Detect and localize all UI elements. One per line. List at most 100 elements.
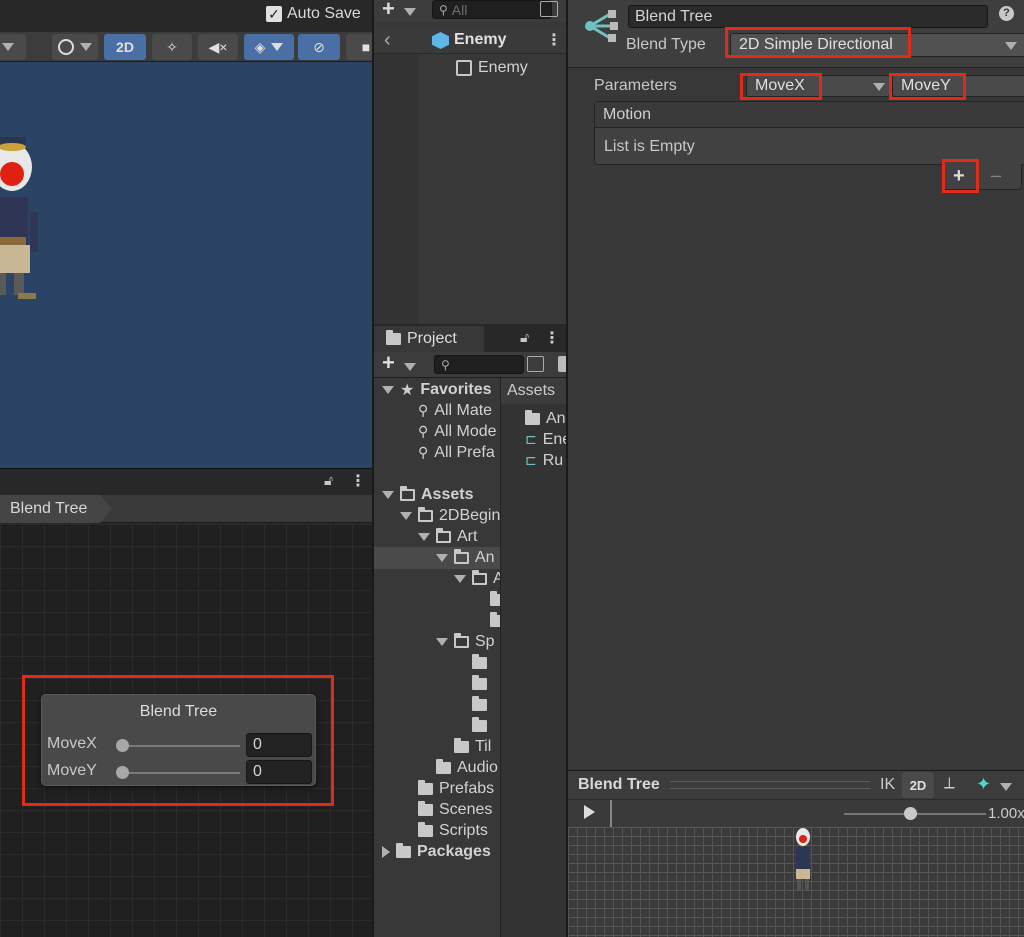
camera-icon[interactable]: ■ <box>346 34 372 60</box>
blend-tree-node[interactable]: Blend Tree MoveX 0 MoveY 0 <box>41 694 316 786</box>
timeline-marker[interactable] <box>610 800 612 828</box>
folder-item[interactable]: Til <box>454 736 491 757</box>
filter-type-icon[interactable] <box>558 356 566 372</box>
asset-item[interactable]: ⊏ Ene <box>525 429 566 450</box>
node-slider-thumb[interactable] <box>116 766 129 779</box>
favorite-label: All Mode <box>434 422 497 440</box>
speed-slider-thumb[interactable] <box>904 807 917 820</box>
chevron-down-icon <box>418 532 430 541</box>
breadcrumb[interactable]: Blend Tree <box>0 495 112 523</box>
assets-row[interactable]: Assets <box>382 484 473 505</box>
star-icon: ★ <box>400 381 415 399</box>
chevron-down-icon <box>382 385 394 394</box>
folder-item[interactable]: Art <box>418 526 477 547</box>
folder-icon <box>418 800 433 816</box>
draw-mode-dropdown[interactable] <box>52 34 98 60</box>
preview-viewport[interactable] <box>568 827 1024 937</box>
asset-item[interactable]: An <box>525 408 566 429</box>
preview-drag-bar[interactable] <box>670 781 870 789</box>
avatar-icon[interactable]: ✦ <box>976 774 991 795</box>
folder-item[interactable] <box>472 652 487 673</box>
transform-dropdown[interactable] <box>0 34 26 60</box>
favorite-item[interactable]: ⚲ All Prefa <box>418 442 495 463</box>
add-motion-button[interactable]: + <box>953 165 965 188</box>
back-arrow-icon[interactable]: ‹ <box>384 29 391 52</box>
node-slider-track[interactable] <box>122 745 240 747</box>
auto-save-toggle[interactable]: ✓ Auto Save <box>266 3 361 25</box>
help-icon[interactable]: ? <box>999 6 1014 21</box>
node-param-value-field[interactable]: 0 <box>246 760 312 784</box>
lighting-icon[interactable]: ✧ <box>152 34 192 60</box>
blend-type-dropdown[interactable]: 2D Simple Directional <box>730 33 1024 57</box>
node-slider-thumb[interactable] <box>116 739 129 752</box>
folder-item[interactable] <box>472 715 487 736</box>
parameter-y-dropdown[interactable]: MoveY <box>892 75 1024 97</box>
add-icon[interactable]: + <box>382 0 395 22</box>
filter-icon[interactable] <box>540 1 558 17</box>
folder-item[interactable] <box>490 610 500 631</box>
assets-breadcrumb: Assets <box>501 378 566 404</box>
folder-item[interactable]: An <box>436 547 495 568</box>
mode-2d-button[interactable]: 2D <box>104 34 146 60</box>
hierarchy-search-field[interactable]: ⚲ All <box>432 0 552 19</box>
chevron-down-icon <box>2 43 14 51</box>
folder-item[interactable]: Prefabs <box>418 778 494 799</box>
lock-icon[interactable]: 🔓︎ <box>520 329 529 346</box>
node-param-value-field[interactable]: 0 <box>246 733 312 757</box>
enemy-sprite[interactable] <box>0 137 52 337</box>
chevron-down-icon <box>454 574 466 583</box>
search-icon: ⚲ <box>418 444 429 460</box>
filter-icon[interactable] <box>527 356 544 372</box>
visibility-icon[interactable]: ⊘ <box>298 34 340 60</box>
folder-item[interactable]: Sp <box>436 631 495 652</box>
folder-item[interactable]: Audio <box>436 757 498 778</box>
tab-project[interactable]: Project <box>374 326 484 352</box>
favorite-item[interactable]: ⚲ All Mode <box>418 421 497 442</box>
scene-canvas[interactable] <box>0 62 372 468</box>
asset-item[interactable]: ⊏ Ru <box>525 450 563 471</box>
folder-item[interactable] <box>472 673 487 694</box>
node-slider-track[interactable] <box>122 772 240 774</box>
folder-item[interactable]: Scenes <box>418 799 492 820</box>
node-title: Blend Tree <box>139 703 218 720</box>
parameter-x-dropdown[interactable]: MoveX <box>746 75 890 97</box>
kebab-menu-icon[interactable]: ⋮ <box>350 471 366 491</box>
blend-tree-name-field[interactable]: Blend Tree <box>628 5 988 28</box>
add-icon[interactable]: + <box>382 350 395 376</box>
favorites-row[interactable]: ★ Favorites <box>382 379 491 400</box>
scene-toolbar: 2D ✧ ◀× ◈ ⊘ ■ <box>0 32 372 62</box>
play-icon[interactable] <box>584 805 595 819</box>
chevron-down-icon[interactable] <box>404 363 416 371</box>
checkbox-icon[interactable]: ✓ <box>266 6 282 22</box>
motion-list: Motion List is Empty <box>594 101 1024 165</box>
prefab-root-label[interactable]: Enemy <box>454 31 506 49</box>
folder-item[interactable]: 2DBegin <box>400 505 500 526</box>
assets-breadcrumb-label[interactable]: Assets <box>507 382 555 400</box>
ik-button[interactable]: IK <box>880 776 895 794</box>
hierarchy-item[interactable]: Enemy <box>456 57 528 78</box>
pivot-icon[interactable]: ⟂ <box>944 775 955 793</box>
folder-item[interactable]: A <box>454 568 500 589</box>
preview-2d-button[interactable]: 2D <box>902 772 934 798</box>
project-search-field[interactable]: ⚲ <box>434 355 524 374</box>
packages-row[interactable]: Packages <box>382 841 491 862</box>
effects-dropdown[interactable]: ◈ <box>244 34 294 60</box>
audio-mute-icon[interactable]: ◀× <box>198 34 238 60</box>
lock-icon[interactable]: 🔓︎ <box>324 472 333 489</box>
folder-item[interactable] <box>472 694 487 715</box>
animator-graph[interactable]: Blend Tree MoveX 0 MoveY 0 <box>0 524 372 937</box>
favorite-item[interactable]: ⚲ All Mate <box>418 400 492 421</box>
chevron-down-icon[interactable] <box>404 8 416 16</box>
kebab-menu-icon[interactable]: ⋮ <box>544 328 560 348</box>
remove-motion-button[interactable]: – <box>991 165 1001 186</box>
chevron-down-icon[interactable] <box>1000 783 1012 791</box>
chevron-down-icon <box>271 43 284 51</box>
kebab-menu-icon[interactable]: ⋮ <box>546 30 562 50</box>
folder-item[interactable]: Scripts <box>418 820 488 841</box>
folder-icon <box>490 590 500 606</box>
hierarchy-gutter <box>374 54 418 324</box>
project-toolbar: + ⚲ <box>374 350 566 378</box>
folder-item[interactable] <box>490 589 500 610</box>
folder-label: Art <box>457 527 478 545</box>
inspector-header: Blend Tree ? Blend Type 2D Simple Direct… <box>568 0 1024 68</box>
